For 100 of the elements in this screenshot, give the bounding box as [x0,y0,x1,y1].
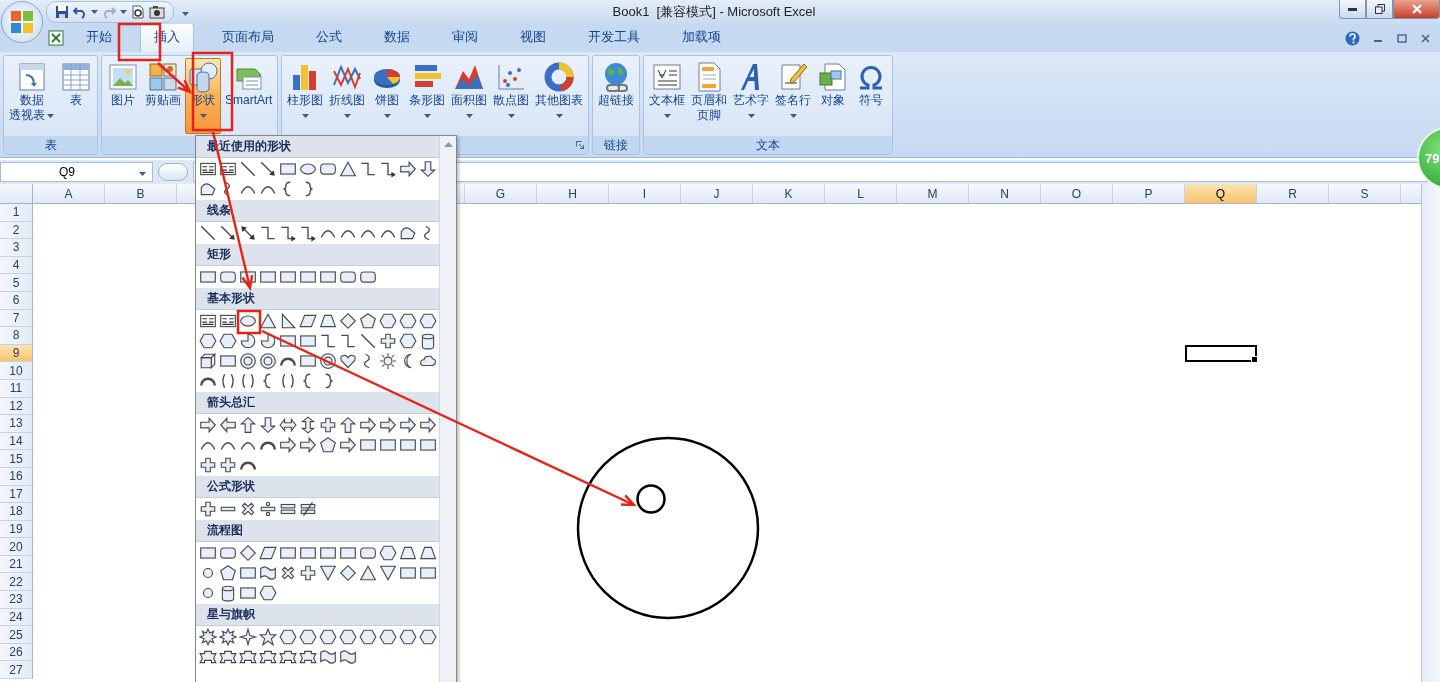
ribbon-button[interactable]: 饼图 [369,58,406,134]
bracket-pair-icon[interactable] [219,372,237,390]
rectangle-icon[interactable] [239,564,257,582]
rectangle-icon[interactable] [259,268,277,286]
right-arrow-icon[interactable] [399,160,417,178]
row-header[interactable]: 27 [0,661,33,680]
elbow-connector-icon[interactable] [359,160,377,178]
ellipse-icon[interactable] [299,160,317,178]
ribbon-button[interactable]: 页眉和 页脚 [689,58,730,134]
triangle-icon[interactable] [359,564,377,582]
ribbon-button[interactable]: 表 [58,58,94,134]
plus-icon[interactable] [379,332,397,350]
hexagon-icon[interactable] [359,628,377,646]
ribbon-tab[interactable]: 开发工具 [574,23,654,52]
ribbon-button[interactable]: 签名行 [773,58,814,134]
right-arrow-icon[interactable] [299,436,317,454]
elbow-arrow-icon[interactable] [379,160,397,178]
ribbon-tab[interactable]: 开始 [72,23,126,52]
elbow-connector-icon[interactable] [259,224,277,242]
divide-icon[interactable] [259,500,277,518]
row-header[interactable]: 8 [0,327,33,345]
plus-icon[interactable] [299,564,317,582]
rectangle-icon[interactable] [379,436,397,454]
column-header[interactable]: H [537,184,609,203]
ribbon-banner-icon[interactable] [299,648,317,666]
down-arrow-icon[interactable] [259,416,277,434]
down-triangle-icon[interactable] [379,564,397,582]
rectangle-icon[interactable] [359,436,377,454]
camera-icon[interactable] [149,5,165,19]
triangle-icon[interactable] [259,312,277,330]
fill-handle[interactable] [1251,356,1258,364]
heart-icon[interactable] [339,352,357,370]
sun-icon[interactable] [379,352,397,370]
down-triangle-icon[interactable] [319,564,337,582]
row-header[interactable]: 18 [0,503,33,521]
name-box[interactable]: Q9 [0,162,153,182]
pentagon-icon[interactable] [219,564,237,582]
freeform-icon[interactable] [399,224,417,242]
rectangle-icon[interactable] [299,332,317,350]
bracket-pair-icon[interactable] [279,372,297,390]
column-header[interactable]: J [681,184,753,203]
hexagon-icon[interactable] [379,312,397,330]
hexagon-icon[interactable] [199,332,217,350]
wave-icon[interactable] [259,564,277,582]
rectangle-icon[interactable] [299,352,317,370]
rounded-rectangle-icon[interactable] [219,544,237,562]
cylinder-icon[interactable] [419,332,437,350]
up-arrow-icon[interactable] [239,416,257,434]
row-header[interactable]: 22 [0,573,33,592]
hexagon-icon[interactable] [419,312,437,330]
ribbon-tab[interactable]: 页面布局 [208,23,288,52]
burst-icon[interactable] [219,628,237,646]
ring-icon[interactable] [259,352,277,370]
column-header[interactable]: M [897,184,969,203]
hexagon-icon[interactable] [259,584,277,602]
up-arrow-icon[interactable] [339,416,357,434]
row-header[interactable]: 20 [0,538,33,556]
close-icon[interactable] [1421,34,1430,43]
wave-icon[interactable] [339,648,357,666]
rectangle-icon[interactable] [279,332,297,350]
close-button[interactable] [1393,0,1440,19]
ribbon-tab[interactable]: 加载项 [668,23,735,52]
triangle-icon[interactable] [339,160,357,178]
diamond-icon[interactable] [239,544,257,562]
restore-button[interactable] [1366,0,1393,19]
rectangle-icon[interactable] [219,352,237,370]
plus-icon[interactable] [319,416,337,434]
column-header[interactable]: I [609,184,681,203]
plus-icon[interactable] [219,456,237,474]
rectangle-icon[interactable] [319,544,337,562]
cube-icon[interactable] [199,352,217,370]
rectangle-icon[interactable] [279,544,297,562]
help-icon[interactable] [1345,31,1360,46]
four-point-star-icon[interactable] [239,628,257,646]
elbow-arrow-icon[interactable] [279,224,297,242]
column-header[interactable]: N [969,184,1041,203]
rectangle-icon[interactable] [399,436,417,454]
ribbon-button[interactable]: 超链接 [596,58,637,134]
double-arrow-line-icon[interactable] [239,224,257,242]
right-arrow-icon[interactable] [359,416,377,434]
row-header[interactable]: 15 [0,450,33,468]
text-box-icon[interactable] [199,312,217,330]
text-box-icon[interactable] [219,160,237,178]
rectangle-icon[interactable] [339,544,357,562]
ribbon-tab[interactable]: 视图 [506,23,560,52]
dialog-launcher-icon[interactable] [576,141,585,149]
multiply-icon[interactable] [279,564,297,582]
ribbon-banner-icon[interactable] [259,648,277,666]
hexagon-icon[interactable] [299,628,317,646]
ribbon-banner-icon[interactable] [219,648,237,666]
right-arrow-icon[interactable] [379,416,397,434]
line-icon[interactable] [199,224,217,242]
text-box-icon[interactable] [219,312,237,330]
column-header[interactable]: B [105,184,177,203]
rounded-rectangle-icon[interactable] [359,544,377,562]
rectangle-icon[interactable] [279,268,297,286]
hexagon-icon[interactable] [379,628,397,646]
hexagon-icon[interactable] [219,332,237,350]
restore-icon[interactable] [1397,34,1407,43]
column-header[interactable]: O [1041,184,1113,203]
